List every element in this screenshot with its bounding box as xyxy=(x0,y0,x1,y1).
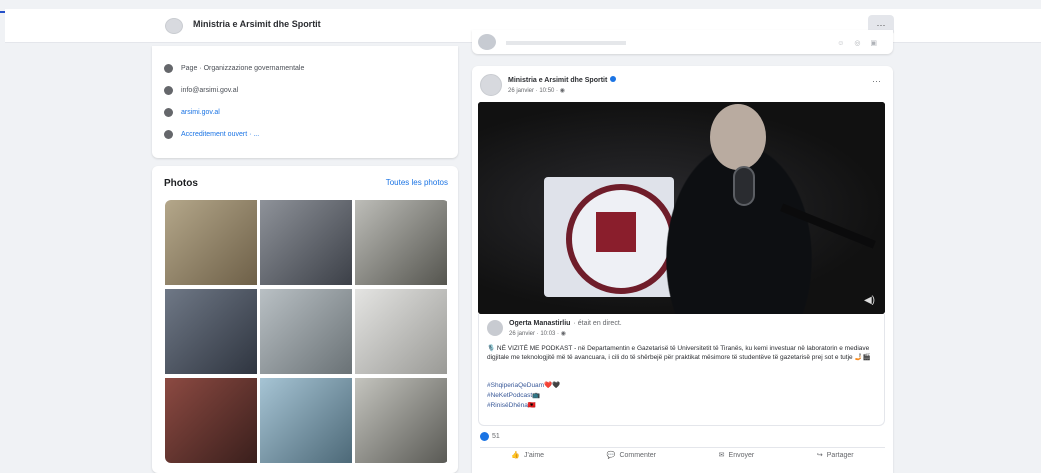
mail-icon xyxy=(164,86,173,95)
hashtag-link[interactable]: #ShqiperiaQeDuam❤️🖤 xyxy=(487,381,560,389)
like-icon: 👍 xyxy=(511,452,521,459)
seal-emblem xyxy=(596,212,636,252)
post-actions: 👍 J'aime 💬 Commenter ✉ Envoyer ↪ Partager xyxy=(480,451,885,460)
photo-thumbnail[interactable] xyxy=(165,289,257,374)
about-item-email[interactable]: info@arsimi.gov.al xyxy=(164,86,238,95)
photo-thumbnail[interactable] xyxy=(260,289,352,374)
shared-author-avatar[interactable] xyxy=(487,320,503,336)
previous-post-footer: ☺ ◎ ▣ xyxy=(472,30,893,54)
shared-author[interactable]: Ogerta Manastirliu · était en direct. xyxy=(509,320,622,327)
about-item-text[interactable]: arsimi.gov.al xyxy=(181,109,220,116)
hashtag-link[interactable]: #RinisëDhëna🇦🇱 xyxy=(487,401,536,409)
reaction-summary[interactable]: 51 xyxy=(480,432,500,441)
author-avatar[interactable] xyxy=(480,74,502,96)
about-item-text[interactable]: info@arsimi.gov.al xyxy=(181,87,238,94)
photo-thumbnail[interactable] xyxy=(355,200,447,285)
forward-icon: ↪ xyxy=(816,452,823,459)
post-menu-button[interactable]: ··· xyxy=(872,76,881,86)
comment-placeholder-bar[interactable] xyxy=(506,41,626,45)
about-item-text[interactable]: Accreditement ouvert · ... xyxy=(181,131,259,138)
photo-thumbnail[interactable] xyxy=(165,200,257,285)
video-player[interactable]: ◀) xyxy=(478,102,885,314)
see-all-photos-link[interactable]: Toutes les photos xyxy=(386,178,448,187)
about-item-status[interactable]: Accreditement ouvert · ... xyxy=(164,130,259,139)
info-icon xyxy=(164,64,173,73)
post-author[interactable]: Ministria e Arsimit dhe Sportit xyxy=(508,76,617,84)
feed-post: Ministria e Arsimit dhe Sportit 26 janvi… xyxy=(472,66,893,473)
action-divider xyxy=(480,447,885,448)
reaction-count[interactable]: 51 xyxy=(492,433,500,440)
post-date[interactable]: 26 janvier · 10:50 · ◉ xyxy=(508,87,565,94)
share-button[interactable]: ↪ Partager xyxy=(816,451,854,460)
comment-icon: 💬 xyxy=(606,452,616,459)
page-logo-icon[interactable] xyxy=(165,18,183,34)
speaker-head xyxy=(710,104,766,170)
photo-thumbnail[interactable] xyxy=(165,378,257,463)
hashtag-link[interactable]: #NeKetPodcast📺 xyxy=(487,391,540,399)
share-icon: ✉ xyxy=(718,452,725,459)
page-header-title[interactable]: Ministria e Arsimit dhe Sportit xyxy=(193,19,321,29)
about-item-text: Page · Organizzazione governamentale xyxy=(181,65,305,72)
avatar[interactable] xyxy=(478,34,496,50)
shared-post-text: 🎙️ NË VIZITË ME PODKAST - në Departament… xyxy=(487,345,871,361)
photos-card: Photos Toutes les photos xyxy=(152,166,458,473)
about-item-category: Page · Organizzazione governamentale xyxy=(164,64,304,73)
send-button[interactable]: ✉ Envoyer xyxy=(718,451,755,460)
verified-badge-icon xyxy=(610,76,617,82)
reaction-icons[interactable]: ☺ ◎ ▣ xyxy=(837,39,881,47)
photo-thumbnail[interactable] xyxy=(260,200,352,285)
shared-post: Ogerta Manastirliu · était en direct. 26 … xyxy=(478,314,885,426)
photos-grid xyxy=(165,200,449,463)
photos-title: Photos xyxy=(164,178,198,189)
star-icon xyxy=(164,130,173,139)
about-card: Page · Organizzazione governamentale inf… xyxy=(152,46,458,158)
photo-thumbnail[interactable] xyxy=(355,378,447,463)
like-button[interactable]: 👍 J'aime xyxy=(511,451,544,460)
globe-icon xyxy=(164,108,173,117)
volume-icon[interactable]: ◀) xyxy=(864,295,875,306)
like-reaction-icon xyxy=(480,432,489,441)
photo-thumbnail[interactable] xyxy=(355,289,447,374)
shared-date[interactable]: 26 janvier · 10:03 · ◉ xyxy=(509,330,566,337)
microphone-icon xyxy=(733,166,755,206)
photo-thumbnail[interactable] xyxy=(260,378,352,463)
about-item-website[interactable]: arsimi.gov.al xyxy=(164,108,220,117)
comment-button[interactable]: 💬 Commenter xyxy=(606,451,656,460)
